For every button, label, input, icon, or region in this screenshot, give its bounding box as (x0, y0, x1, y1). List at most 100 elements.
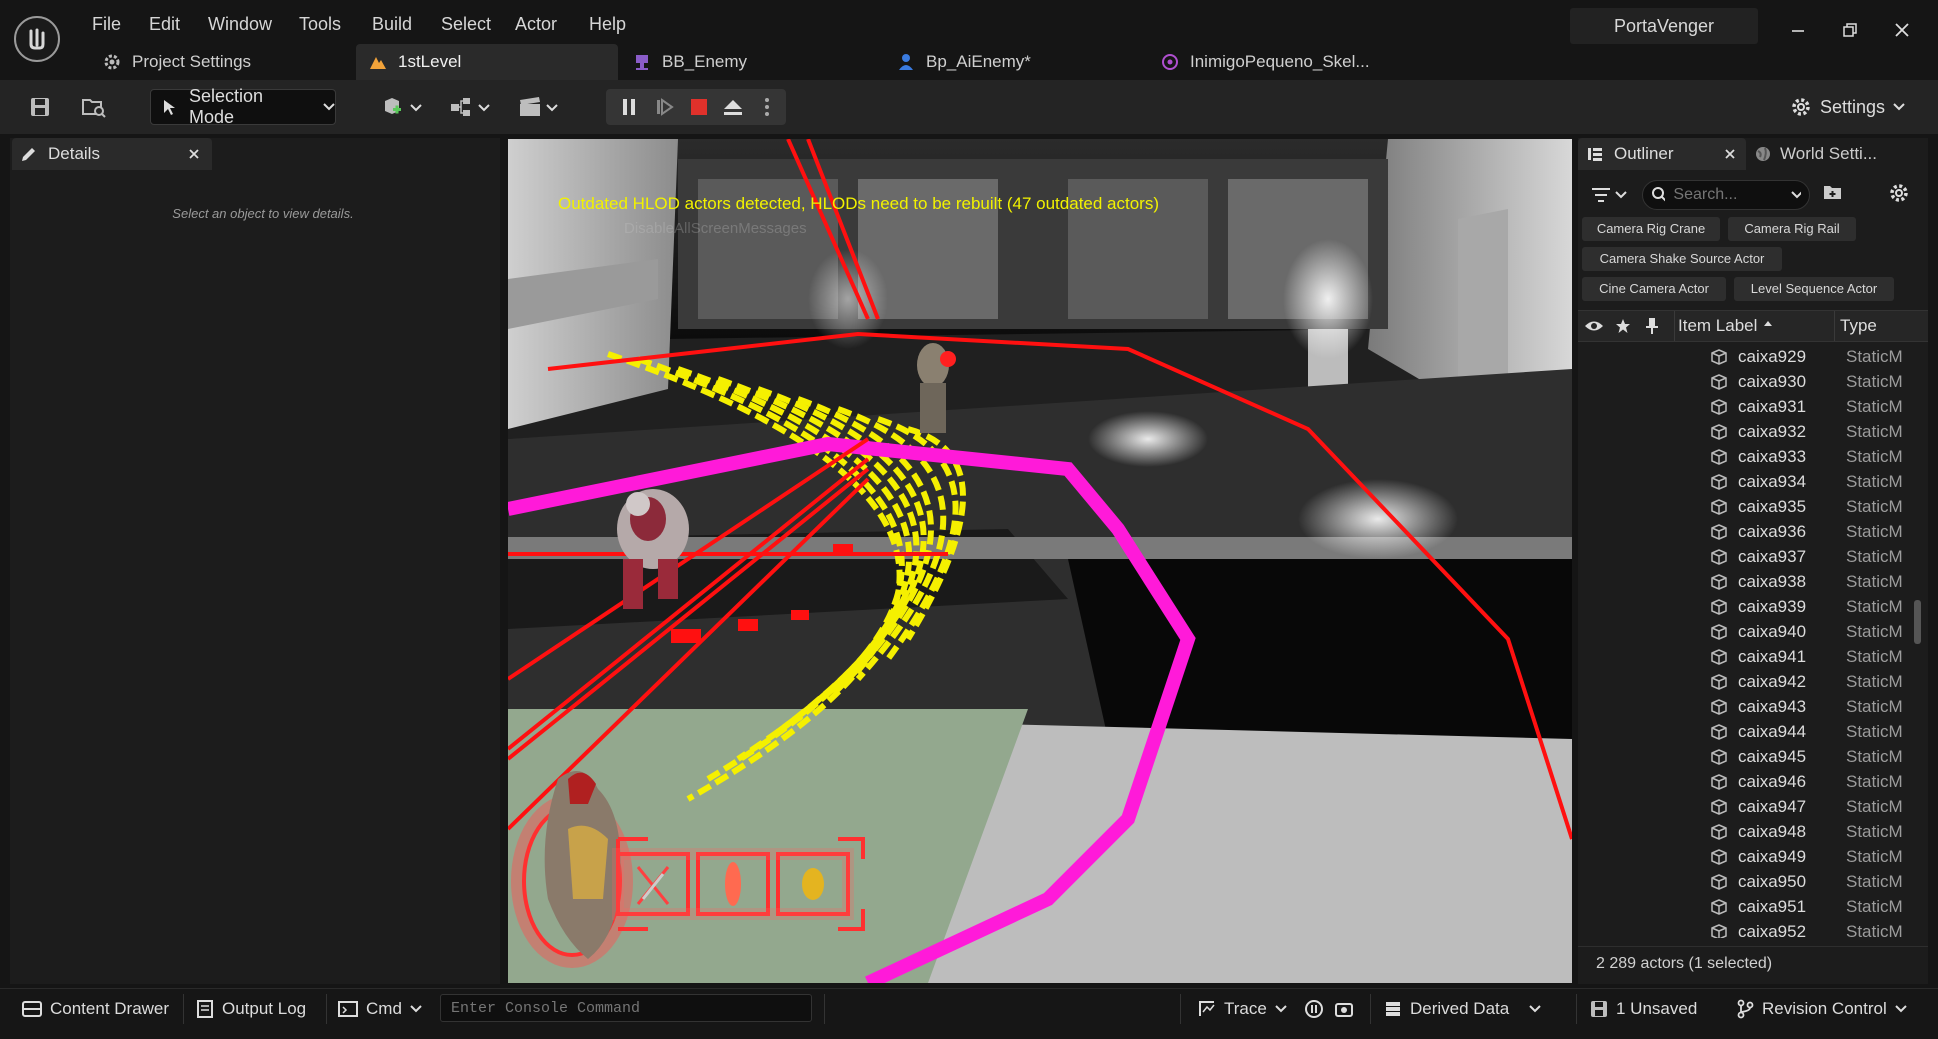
menu-tools[interactable]: Tools (293, 10, 347, 38)
save-button[interactable] (22, 90, 58, 124)
table-row[interactable]: caixa939 StaticM (1578, 594, 1912, 619)
level-viewport[interactable] (508, 139, 1572, 983)
outliner-rows: caixa929 StaticM caixa930 StaticM caixa931 St… (1578, 344, 1912, 938)
table-row[interactable]: caixa940 StaticM (1578, 619, 1912, 644)
quick-add-cine-camera-actor[interactable]: Cine Camera Actor (1582, 277, 1726, 301)
table-row[interactable]: caixa933 StaticM (1578, 444, 1912, 469)
revision-control-dropdown[interactable]: Revision Control (1736, 992, 1907, 1026)
output-log-button[interactable]: Output Log (196, 992, 306, 1026)
item-label-column[interactable]: Item Label (1676, 311, 1816, 341)
minimize-button[interactable] (1778, 10, 1818, 50)
table-row[interactable]: caixa946 StaticM (1578, 769, 1912, 794)
add-actor-button[interactable] (378, 90, 428, 124)
play-options-button[interactable] (752, 90, 782, 124)
restore-button[interactable] (1830, 10, 1870, 50)
world-settings-tab[interactable]: World Setti... (1754, 138, 1924, 170)
menu-select[interactable]: Select (435, 10, 497, 38)
details-tab[interactable]: Details (12, 138, 212, 170)
derived-data-dropdown[interactable]: Derived Data (1384, 992, 1541, 1026)
unsaved-button[interactable]: 1 Unsaved (1590, 992, 1697, 1026)
pin-column[interactable] (1646, 311, 1658, 341)
menu-build[interactable]: Build (366, 10, 418, 38)
menu-help[interactable]: Help (583, 10, 632, 38)
add-folder-button[interactable] (1822, 182, 1848, 208)
chevron-down-icon[interactable] (1791, 190, 1801, 200)
terminal-icon (338, 1001, 358, 1017)
tab-inimigo-skeleton[interactable]: InimigoPequeno_Skel... (1148, 44, 1428, 80)
table-row[interactable]: caixa949 StaticM (1578, 844, 1912, 869)
trace-dropdown[interactable]: Trace (1198, 992, 1287, 1026)
table-row[interactable]: caixa938 StaticM (1578, 569, 1912, 594)
quick-add-camera-rig-rail[interactable]: Camera Rig Rail (1728, 217, 1856, 241)
menu-window[interactable]: Window (202, 10, 278, 38)
content-drawer-button[interactable]: Content Drawer (22, 992, 169, 1026)
table-row[interactable]: caixa952 StaticM (1578, 919, 1912, 938)
blueprint-menu-button[interactable] (446, 90, 496, 124)
browse-content-button[interactable] (76, 90, 112, 124)
close-icon[interactable] (1724, 148, 1736, 160)
stop-button[interactable] (682, 90, 716, 124)
console-command-input[interactable] (440, 994, 812, 1022)
menu-edit[interactable]: Edit (143, 10, 186, 38)
table-row[interactable]: caixa947 StaticM (1578, 794, 1912, 819)
unreal-logo-icon[interactable] (14, 16, 60, 62)
search-input[interactable] (1671, 185, 1786, 205)
table-row[interactable]: caixa932 StaticM (1578, 419, 1912, 444)
close-icon[interactable] (188, 148, 200, 160)
table-row[interactable]: caixa937 StaticM (1578, 544, 1912, 569)
row-type: StaticM (1846, 571, 1903, 591)
frame-skip-button[interactable] (648, 90, 682, 124)
row-label: caixa935 (1738, 496, 1807, 516)
table-row[interactable]: caixa945 StaticM (1578, 744, 1912, 769)
tab-bb-enemy[interactable]: BB_Enemy (620, 44, 882, 80)
settings-button[interactable]: Settings (1790, 89, 1910, 125)
type-column[interactable]: Type (1840, 311, 1877, 341)
quick-add-camera-shake-source[interactable]: Camera Shake Source Actor (1582, 247, 1782, 271)
tab-bp-aienemy[interactable]: Bp_AiEnemy* (884, 44, 1146, 80)
outliner-settings-button[interactable] (1888, 182, 1914, 208)
static-mesh-icon (1711, 874, 1727, 890)
close-window-button[interactable] (1882, 10, 1922, 50)
cinematics-button[interactable] (514, 90, 564, 124)
eye-icon (1585, 321, 1603, 331)
table-row[interactable]: caixa944 StaticM (1578, 719, 1912, 744)
cmd-dropdown[interactable]: Cmd (338, 992, 422, 1026)
quick-add-level-sequence-actor[interactable]: Level Sequence Actor (1734, 277, 1894, 301)
selection-mode-dropdown[interactable]: Selection Mode (150, 86, 336, 127)
table-row[interactable]: caixa930 StaticM (1578, 369, 1912, 394)
table-row[interactable]: caixa950 StaticM (1578, 869, 1912, 894)
table-row[interactable]: caixa936 StaticM (1578, 519, 1912, 544)
outliner-tab[interactable]: Outliner (1578, 138, 1746, 170)
pause-button[interactable] (612, 90, 646, 124)
table-row[interactable]: caixa934 StaticM (1578, 469, 1912, 494)
menu-actor[interactable]: Actor (509, 10, 563, 38)
record-button[interactable] (1304, 992, 1324, 1026)
sort-ascending-icon (1764, 321, 1773, 326)
selection-mode-label: Selection Mode (188, 86, 264, 127)
tab-label: 1stLevel (398, 52, 462, 71)
table-row[interactable]: caixa941 StaticM (1578, 644, 1912, 669)
outliner-scrollbar[interactable] (1914, 600, 1921, 644)
visibility-column[interactable] (1584, 311, 1604, 341)
quick-add-camera-rig-crane[interactable]: Camera Rig Crane (1582, 217, 1720, 241)
eject-button[interactable] (716, 90, 750, 124)
favorite-column[interactable] (1616, 311, 1630, 341)
table-row[interactable]: caixa951 StaticM (1578, 894, 1912, 919)
screenshot-button[interactable] (1334, 992, 1354, 1026)
row-label: caixa951 (1738, 896, 1807, 916)
table-row[interactable]: caixa935 StaticM (1578, 494, 1912, 519)
tab-label: BB_Enemy (662, 52, 748, 71)
outliner-search[interactable] (1642, 180, 1810, 210)
filter-button[interactable] (1588, 180, 1632, 210)
menu-file[interactable]: File (86, 10, 127, 38)
table-row[interactable]: caixa929 StaticM (1578, 344, 1912, 369)
table-row[interactable]: caixa931 StaticM (1578, 394, 1912, 419)
static-mesh-icon (1711, 824, 1727, 840)
tab-1stlevel[interactable]: 1stLevel (356, 44, 618, 80)
table-row[interactable]: caixa942 StaticM (1578, 669, 1912, 694)
row-label: caixa936 (1738, 521, 1807, 541)
table-row[interactable]: caixa948 StaticM (1578, 819, 1912, 844)
filter-icon (1592, 188, 1627, 202)
tab-project-settings[interactable]: Project Settings (90, 44, 355, 80)
table-row[interactable]: caixa943 StaticM (1578, 694, 1912, 719)
